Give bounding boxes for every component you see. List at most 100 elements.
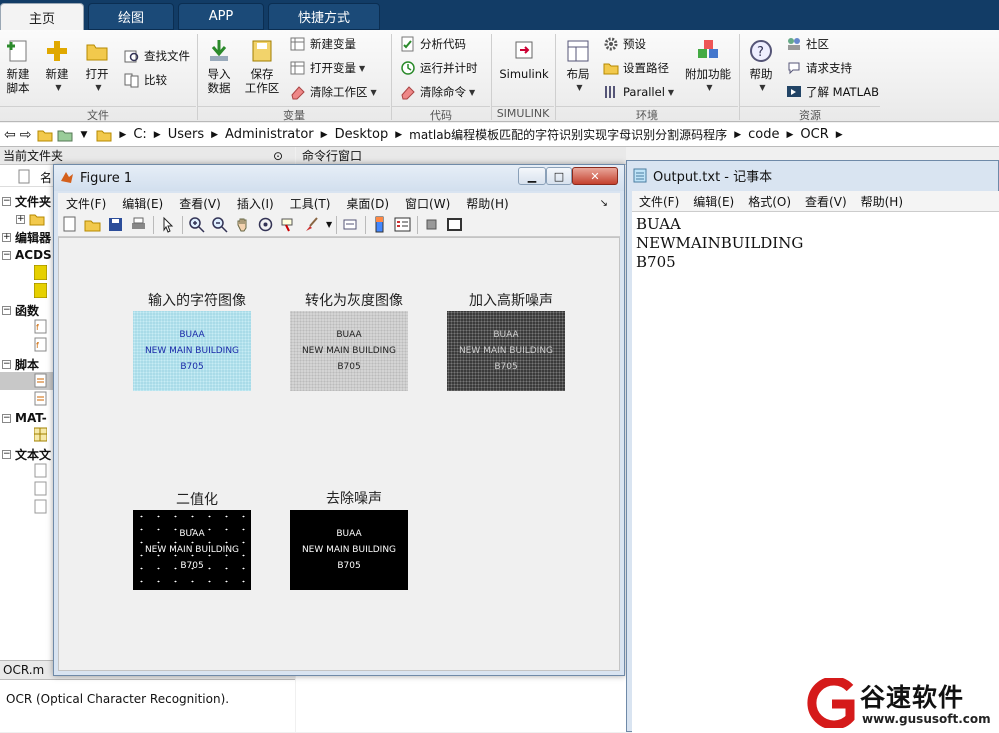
breadcrumb-administrator[interactable]: Administrator: [225, 127, 314, 142]
menu-tools[interactable]: 工具(T): [290, 195, 331, 212]
menu-format[interactable]: 格式(O): [748, 193, 791, 210]
rotate-icon[interactable]: [257, 216, 274, 233]
menu-help[interactable]: 帮助(H): [466, 195, 508, 212]
script-file-icon[interactable]: [34, 373, 47, 388]
tree-group-text[interactable]: − 文本文: [0, 445, 51, 463]
tab-apps[interactable]: APP: [178, 3, 264, 30]
import-data-button[interactable]: 导入 数据: [203, 38, 235, 95]
breadcrumb-users[interactable]: Users: [168, 127, 204, 142]
maximize-button[interactable]: □: [546, 167, 572, 185]
subplot-image-grayscale[interactable]: BUAA NEW MAIN BUILDING B705: [290, 311, 408, 391]
close-button[interactable]: ✕: [572, 167, 618, 185]
tree-group-scripts[interactable]: − 脚本: [0, 355, 39, 373]
breadcrumb-code[interactable]: code: [748, 127, 779, 142]
collapse-icon[interactable]: −: [2, 305, 11, 315]
subplot-image-input[interactable]: BUAA NEW MAIN BUILDING B705: [133, 311, 251, 391]
subplot-image-denoise[interactable]: BUAA NEW MAIN BUILDING B705: [290, 510, 408, 590]
tab-shortcuts[interactable]: 快捷方式: [268, 3, 380, 30]
new-button[interactable]: 新建 ▼: [40, 38, 74, 95]
collapse-icon[interactable]: −: [2, 413, 11, 423]
chevron-down-icon[interactable]: ▼: [326, 220, 332, 229]
collapse-icon[interactable]: −: [2, 196, 11, 206]
menu-insert[interactable]: 插入(I): [237, 195, 274, 212]
menu-window[interactable]: 窗口(W): [405, 195, 450, 212]
help-button[interactable]: ? 帮助 ▼: [745, 38, 777, 95]
menu-edit[interactable]: 编辑(E): [122, 195, 163, 212]
layout-button[interactable]: 布局 ▼: [561, 38, 595, 95]
tree-group-mat[interactable]: − MAT-: [0, 409, 47, 427]
function-file-icon[interactable]: f: [34, 319, 47, 334]
zoom-out-icon[interactable]: [211, 216, 228, 233]
run-and-time-button[interactable]: 运行并计时: [400, 58, 478, 78]
show-tools-icon[interactable]: [446, 216, 463, 233]
community-button[interactable]: 社区: [786, 34, 829, 54]
pointer-icon[interactable]: [159, 216, 176, 233]
menu-file[interactable]: 文件(F): [639, 193, 679, 210]
learn-matlab-button[interactable]: 了解 MATLAB: [786, 82, 879, 102]
collapse-icon[interactable]: −: [2, 359, 11, 369]
tab-plots[interactable]: 绘图: [88, 3, 174, 30]
menu-edit[interactable]: 编辑(E): [693, 193, 734, 210]
open-variable-button[interactable]: 打开变量 ▼: [290, 58, 365, 78]
function-file-icon[interactable]: f: [34, 337, 47, 352]
set-path-button[interactable]: 设置路径: [603, 58, 669, 78]
notepad-window[interactable]: Output.txt - 记事本 文件(F) 编辑(E) 格式(O) 查看(V)…: [626, 160, 999, 733]
subplot-image-binary[interactable]: BUAA NEW MAIN BUILDING B705: [133, 510, 251, 590]
save-workspace-button[interactable]: 保存 工作区: [244, 38, 280, 95]
parallel-button[interactable]: Parallel ▼: [603, 82, 674, 102]
panel-menu-icon[interactable]: ⊙: [273, 147, 283, 165]
jpg-file-icon[interactable]: [33, 282, 48, 299]
notepad-title-bar[interactable]: Output.txt - 记事本: [627, 161, 999, 189]
breadcrumb-desktop[interactable]: Desktop: [335, 127, 389, 142]
menu-view[interactable]: 查看(V): [805, 193, 847, 210]
menu-help[interactable]: 帮助(H): [861, 193, 903, 210]
minimize-button[interactable]: ▁: [518, 167, 546, 185]
tree-group-functions[interactable]: − 函数: [0, 301, 39, 319]
breadcrumb-project[interactable]: matlab编程模板匹配的字符识别实现字母识别分割源码程序: [409, 126, 727, 143]
link-icon[interactable]: [342, 216, 359, 233]
save-icon[interactable]: [107, 216, 124, 233]
menu-view[interactable]: 查看(V): [179, 195, 221, 212]
text-file-icon[interactable]: [34, 481, 47, 496]
tree-group-acds[interactable]: − ACDS: [0, 246, 52, 264]
breadcrumb-drive[interactable]: C:: [133, 127, 146, 142]
subplot-image-noise[interactable]: BUAA NEW MAIN BUILDING B705: [447, 311, 565, 391]
figure-canvas[interactable]: 输入的字符图像 BUAA NEW MAIN BUILDING B705 转化为灰…: [58, 237, 620, 671]
compare-button[interactable]: 比较: [124, 70, 167, 90]
dock-arrow-icon[interactable]: ↘: [600, 198, 608, 209]
new-variable-button[interactable]: 新建变量: [290, 34, 356, 54]
hide-tools-icon[interactable]: [423, 216, 440, 233]
expand-icon[interactable]: +: [16, 214, 25, 224]
figure-window[interactable]: Figure 1 ▁ □ ✕ 文件(F) 编辑(E) 查看(V) 插入(I) 工…: [53, 164, 625, 676]
figure-title-bar[interactable]: Figure 1 ▁ □ ✕: [54, 165, 624, 191]
expand-icon[interactable]: +: [2, 232, 11, 242]
collapse-icon[interactable]: −: [2, 449, 11, 459]
mat-file-icon[interactable]: [33, 427, 48, 442]
zoom-in-icon[interactable]: [188, 216, 205, 233]
name-column-header[interactable]: 名: [40, 169, 52, 186]
datacursor-icon[interactable]: [280, 216, 297, 233]
preferences-button[interactable]: 预设: [603, 34, 646, 54]
tree-group-editor[interactable]: + 编辑器: [0, 228, 51, 246]
tab-home[interactable]: 主页: [0, 3, 84, 30]
back-arrow-icon[interactable]: ⇦: [4, 127, 16, 143]
colorbar-icon[interactable]: [371, 216, 388, 233]
script-file-icon[interactable]: [34, 391, 47, 406]
print-icon[interactable]: [130, 216, 147, 233]
open-icon[interactable]: [84, 216, 101, 233]
simulink-button[interactable]: Simulink: [497, 38, 551, 81]
collapse-icon[interactable]: −: [2, 250, 11, 260]
tree-folder-item[interactable]: +: [14, 210, 49, 228]
tree-group-folders[interactable]: − 文件夹: [0, 192, 51, 210]
menu-desktop[interactable]: 桌面(D): [346, 195, 389, 212]
new-figure-icon[interactable]: [61, 216, 78, 233]
forward-arrow-icon[interactable]: ⇨: [20, 127, 32, 143]
addons-button[interactable]: 附加功能 ▼: [684, 38, 732, 95]
clear-workspace-button[interactable]: 清除工作区 ▼: [290, 82, 377, 102]
browse-folder-icon[interactable]: [57, 127, 73, 143]
menu-file[interactable]: 文件(F): [66, 195, 106, 212]
legend-icon[interactable]: [394, 216, 411, 233]
jpg-file-icon[interactable]: [33, 264, 48, 281]
new-script-button[interactable]: 新建 脚本: [3, 38, 33, 95]
up-folder-icon[interactable]: [37, 127, 53, 143]
